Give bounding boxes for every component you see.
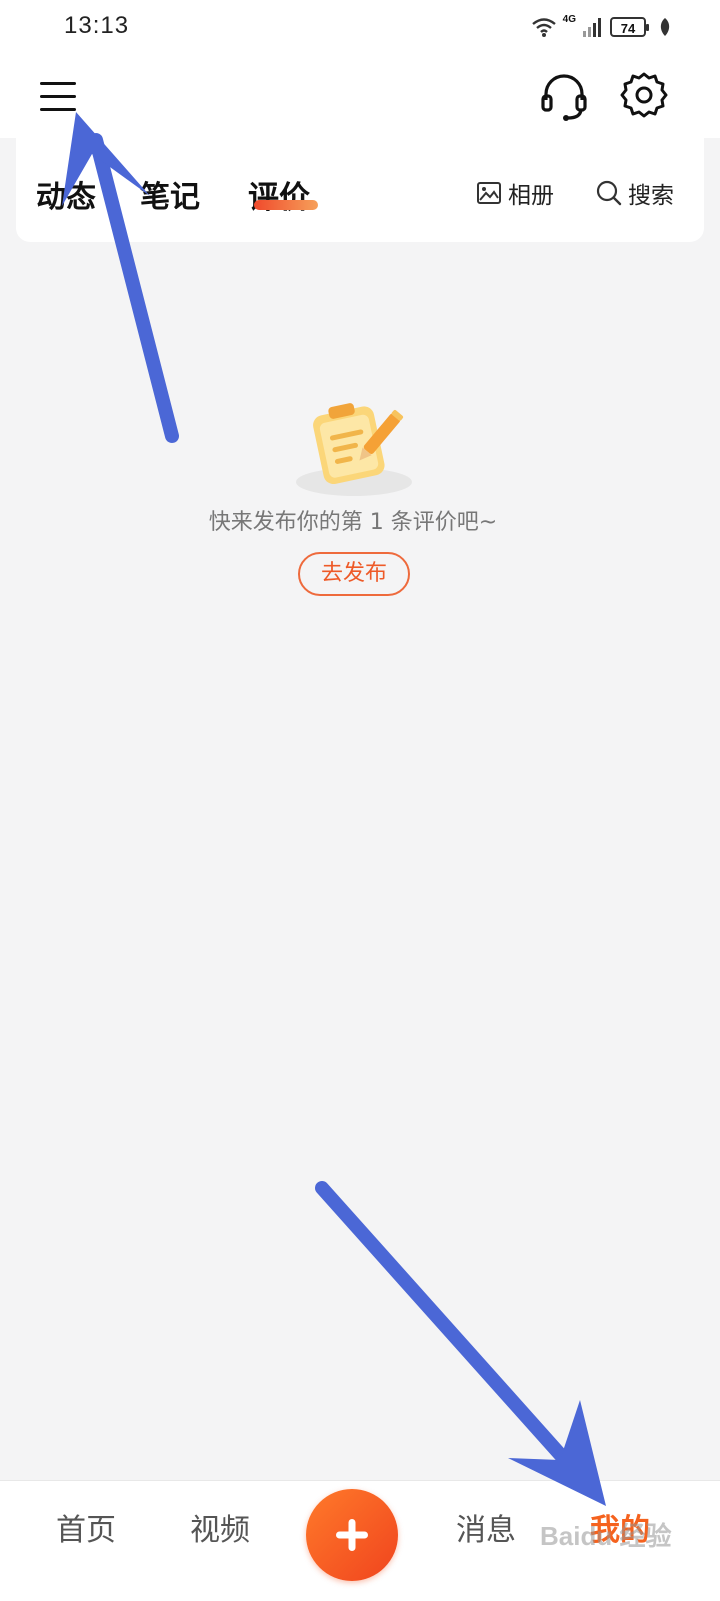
nav-video[interactable]: 视频 — [170, 1505, 270, 1549]
nav-messages[interactable]: 消息 — [436, 1505, 536, 1549]
annotation-arrow-down — [315, 1181, 606, 1506]
publish-button[interactable]: 去发布 — [298, 552, 410, 596]
search-button[interactable]: 搜索 — [596, 176, 674, 210]
search-label: 搜索 — [628, 183, 674, 209]
image-icon — [477, 182, 501, 204]
search-icon — [596, 180, 622, 206]
create-post-button[interactable] — [306, 1489, 398, 1581]
watermark: Baidu 经验 — [540, 1521, 672, 1551]
active-tab-underline — [254, 200, 318, 210]
battery-indicator: 74 — [610, 17, 649, 37]
empty-state-message: 快来发布你的第 1 条评价吧~ — [208, 510, 498, 535]
nav-home[interactable]: 首页 — [36, 1505, 136, 1549]
tabs-card: 动态 笔记 评价 相册 搜索 — [16, 138, 704, 242]
album-label: 相册 — [508, 183, 554, 209]
top-header — [0, 54, 720, 138]
plus-icon — [336, 1519, 368, 1551]
menu-icon[interactable] — [36, 76, 80, 116]
clipboard-pencil-icon — [296, 403, 412, 496]
album-button[interactable]: 相册 — [476, 176, 554, 210]
wifi-icon — [531, 18, 556, 37]
tab-dynamics[interactable]: 动态 — [36, 172, 96, 216]
headset-icon[interactable] — [536, 68, 592, 124]
gear-icon[interactable] — [616, 68, 672, 124]
tab-reviews[interactable]: 评价 — [248, 172, 310, 217]
network-label: 4G — [562, 13, 576, 25]
status-time: 13:13 — [64, 12, 130, 39]
status-bar: 13:13 4G 74 — [0, 0, 720, 54]
status-icons: 4G 74 — [531, 14, 672, 40]
tab-notes[interactable]: 笔记 — [140, 172, 200, 216]
signal-icon — [583, 18, 601, 37]
leaf-icon — [660, 18, 670, 36]
